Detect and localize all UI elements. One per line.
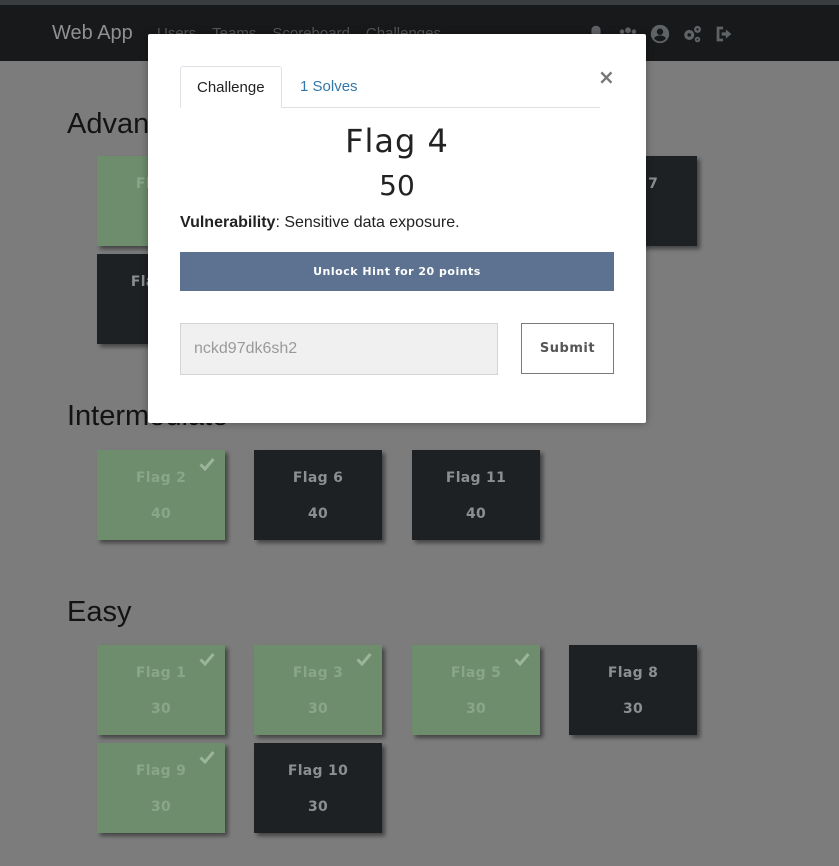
challenge-tile-name: Flag 8: [607, 665, 659, 681]
flag-input[interactable]: nckd97dk6sh2: [180, 323, 498, 375]
challenge-tile[interactable]: Flag 9 30: [97, 743, 225, 833]
description-text: : Sensitive data exposure.: [275, 214, 460, 231]
section-title-easy: Easy: [67, 596, 132, 628]
tab-challenge[interactable]: Challenge: [180, 66, 282, 108]
challenge-tile[interactable]: Flag 5 30: [412, 645, 540, 735]
challenge-tile-name: Flag 9: [135, 763, 187, 779]
challenge-value: 50: [379, 169, 415, 202]
challenge-tile[interactable]: Flag 1 30: [97, 645, 225, 735]
brand-link[interactable]: Web App: [52, 22, 133, 45]
challenge-tile[interactable]: Flag 8 30: [569, 645, 697, 735]
challenge-tile[interactable]: Flag 3 30: [254, 645, 382, 735]
solved-check-icon: [199, 750, 215, 765]
challenge-tile-name: Flag 6: [292, 470, 344, 486]
solved-check-icon: [199, 652, 215, 667]
settings-icon[interactable]: [681, 23, 703, 45]
challenge-tile-value: 30: [150, 799, 172, 815]
solved-check-icon: [514, 652, 530, 667]
challenge-tile-name: Flag 10: [287, 763, 349, 779]
challenge-tile-value: 30: [465, 701, 487, 717]
profile-icon[interactable]: [649, 23, 671, 45]
logout-icon[interactable]: [713, 23, 735, 45]
solved-check-icon: [356, 652, 372, 667]
tab-solves[interactable]: 1 Solves: [284, 66, 374, 108]
challenge-modal: Challenge 1 Solves × Flag 4 50 Vulnerabi…: [148, 34, 646, 423]
challenge-tile[interactable]: Flag 2 40: [97, 450, 225, 540]
description-label: Vulnerability: [180, 214, 276, 231]
challenge-tile-value: 30: [150, 701, 172, 717]
challenge-tile-value: 40: [150, 506, 172, 522]
challenge-tile-name: Flag 5: [450, 665, 502, 681]
unlock-hint-button[interactable]: Unlock Hint for 20 points: [180, 252, 614, 291]
submit-button[interactable]: Submit: [521, 323, 614, 374]
challenge-tile-value: 30: [307, 701, 329, 717]
solved-check-icon: [199, 457, 215, 472]
challenge-tile[interactable]: Flag 6 40: [254, 450, 382, 540]
close-icon[interactable]: ×: [598, 66, 615, 88]
challenge-tile-value: 30: [622, 701, 644, 717]
challenge-tile-name: Flag 2: [135, 470, 187, 486]
challenge-tile-value: 40: [307, 506, 329, 522]
challenge-name: Flag 4: [345, 122, 449, 160]
modal-tabs: Challenge 1 Solves: [180, 66, 600, 108]
challenge-tile[interactable]: Flag 10 30: [254, 743, 382, 833]
challenge-tile-value: 30: [307, 799, 329, 815]
challenge-description: Vulnerability: Sensitive data exposure.: [180, 214, 460, 232]
challenge-tile-name: Flag 3: [292, 665, 344, 681]
challenge-tile-name: Flag 11: [445, 470, 507, 486]
challenge-tile-name: Flag 1: [135, 665, 187, 681]
challenge-tile[interactable]: Flag 11 40: [412, 450, 540, 540]
challenge-tile-value: 40: [465, 506, 487, 522]
